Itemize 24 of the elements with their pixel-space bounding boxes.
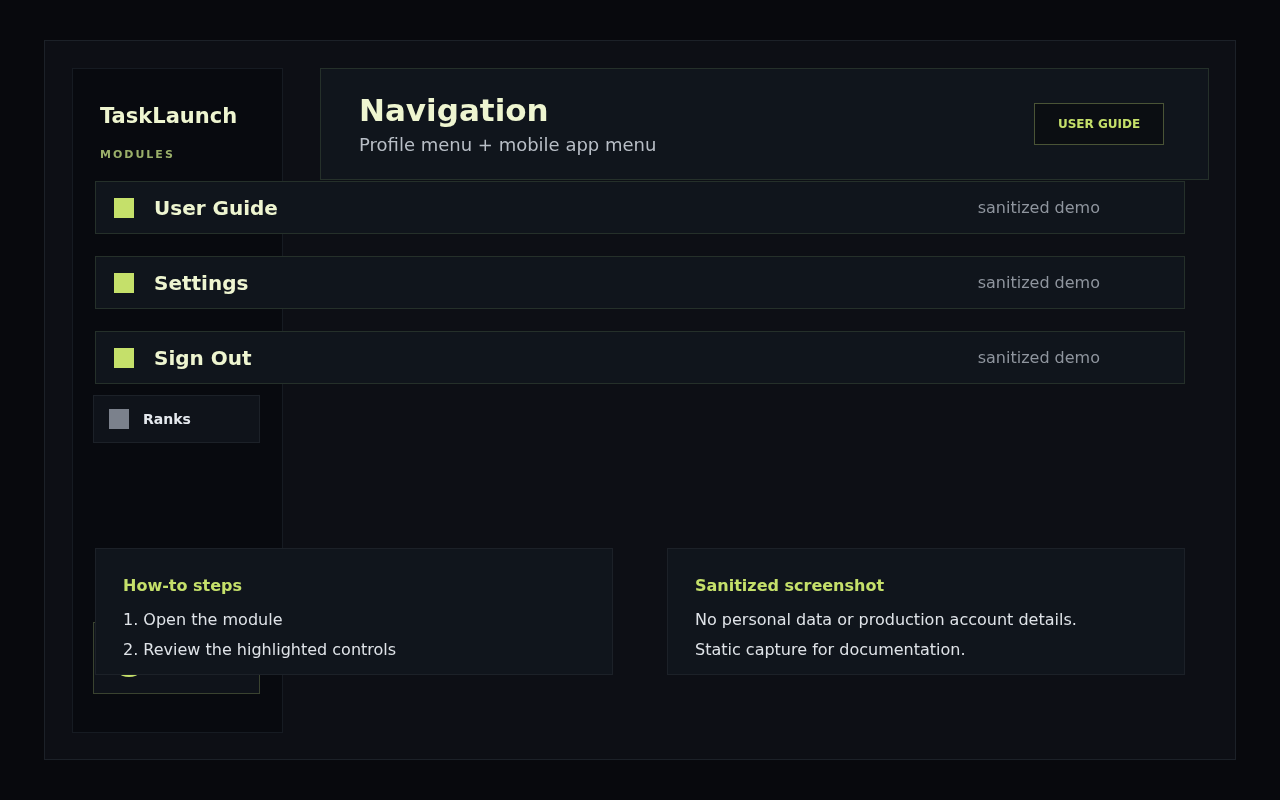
menu-label: Settings xyxy=(154,269,249,297)
menu-item[interactable]: Settings sanitized demo xyxy=(95,256,1185,309)
square-icon xyxy=(114,197,134,218)
menu-note: sanitized demo xyxy=(977,271,1100,294)
menu-label: Sign Out xyxy=(154,344,252,372)
card-line: Static capture for documentation. xyxy=(695,639,967,661)
menu-item[interactable]: Sign Out sanitized demo xyxy=(95,331,1185,384)
card-line: 1. Open the module xyxy=(123,609,284,631)
page-subtitle: Profile menu + mobile app menu xyxy=(359,132,657,157)
card-line: 2. Review the highlighted controls xyxy=(123,639,398,661)
user-guide-button[interactable]: USER GUIDE xyxy=(1034,103,1164,145)
square-icon xyxy=(114,347,134,368)
card-title: Sanitized screenshot xyxy=(695,575,886,597)
sidebar-item[interactable]: Ranks xyxy=(93,395,260,443)
card-title: How-to steps xyxy=(123,575,243,597)
menu-label: User Guide xyxy=(154,194,278,222)
square-icon xyxy=(114,272,134,293)
section-label: MODULES xyxy=(100,146,176,163)
menu-note: sanitized demo xyxy=(977,196,1100,219)
card-line: No personal data or production account details. xyxy=(695,609,1078,631)
page-title: Navigation xyxy=(359,90,550,129)
menu-note: sanitized demo xyxy=(977,346,1100,369)
brand-name: TaskLaunch xyxy=(100,103,239,130)
menu-item[interactable]: User Guide sanitized demo xyxy=(95,181,1185,234)
